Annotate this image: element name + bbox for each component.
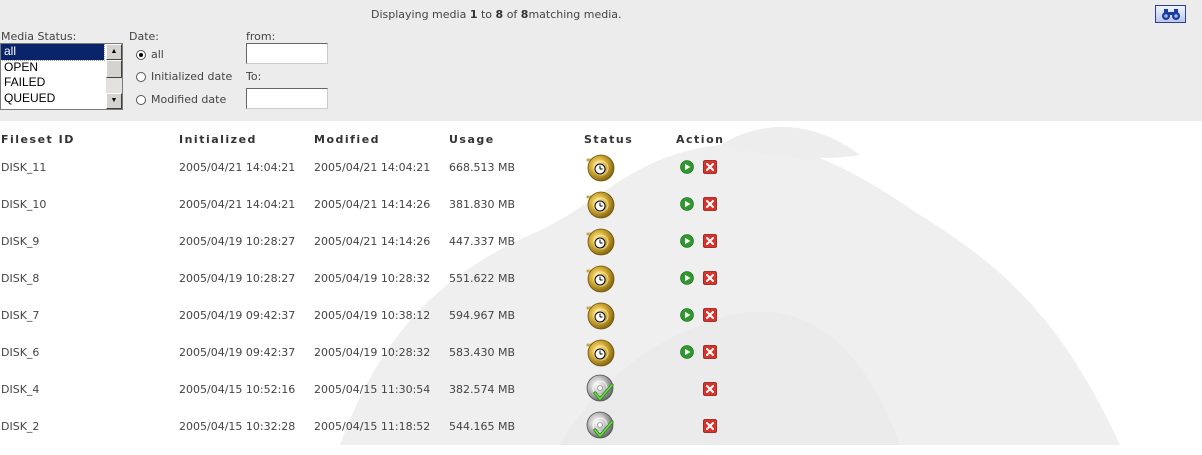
to-label: To: [246, 70, 262, 83]
folder-disc-clock-icon [585, 299, 616, 330]
table-row: DISK_8 2005/04/19 10:28:27 2005/04/19 10… [0, 259, 1202, 296]
initialized-cell: 2005/04/19 10:28:27 [179, 235, 296, 248]
usage-cell: 382.574 MB [449, 383, 516, 396]
play-icon[interactable] [680, 345, 694, 359]
media-status-option-failed[interactable]: FAILED [1, 75, 104, 91]
usage-cell: 668.513 MB [449, 161, 516, 174]
usage-cell: 544.165 MB [449, 420, 516, 433]
disc-checkmark-icon [585, 410, 616, 441]
media-status-option-all[interactable]: all [1, 44, 105, 61]
from-date-input[interactable] [246, 43, 328, 64]
delete-icon[interactable] [703, 197, 717, 211]
column-header-action[interactable]: Action [676, 133, 724, 146]
date-radio-all[interactable]: all [136, 48, 164, 61]
initialized-cell: 2005/04/15 10:52:16 [179, 383, 296, 396]
column-header-status[interactable]: Status [584, 133, 633, 146]
to-date-input[interactable] [246, 88, 328, 109]
fileset-id-cell: DISK_10 [1, 198, 47, 211]
radio-indicator[interactable] [136, 71, 146, 82]
column-header-modified[interactable]: Modified [314, 133, 380, 146]
play-icon[interactable] [680, 234, 694, 248]
delete-icon[interactable] [703, 382, 717, 396]
fileset-id-cell: DISK_9 [1, 235, 40, 248]
modified-cell: 2005/04/19 10:28:32 [314, 272, 431, 285]
usage-cell: 594.967 MB [449, 309, 516, 322]
date-radio-initialized[interactable]: Initialized date [136, 70, 232, 83]
modified-cell: 2005/04/19 10:38:12 [314, 309, 431, 322]
date-radio-modified[interactable]: Modified date [136, 93, 226, 106]
folder-disc-clock-icon [585, 225, 616, 256]
table-row: DISK_4 2005/04/15 10:52:16 2005/04/15 11… [0, 370, 1202, 407]
initialized-cell: 2005/04/19 09:42:37 [179, 309, 296, 322]
initialized-cell: 2005/04/15 10:32:28 [179, 420, 296, 433]
radio-indicator[interactable] [136, 94, 146, 105]
scroll-up-button[interactable]: ▲ [106, 44, 122, 60]
column-header-usage[interactable]: Usage [449, 133, 495, 146]
table-row: DISK_10 2005/04/21 14:04:21 2005/04/21 1… [0, 185, 1202, 222]
modified-cell: 2005/04/15 11:18:52 [314, 420, 431, 433]
initialized-cell: 2005/04/21 14:04:21 [179, 161, 296, 174]
fileset-id-cell: DISK_2 [1, 420, 40, 433]
fileset-id-cell: DISK_4 [1, 383, 40, 396]
results-status: Displaying media 1 to 8 of 8matching med… [371, 8, 622, 21]
fileset-id-cell: DISK_11 [1, 161, 47, 174]
delete-icon[interactable] [703, 345, 717, 359]
modified-cell: 2005/04/21 14:04:21 [314, 161, 431, 174]
column-header-initialized[interactable]: Initialized [179, 133, 257, 146]
scroll-down-button[interactable]: ▼ [106, 93, 122, 109]
table-row: DISK_7 2005/04/19 09:42:37 2005/04/19 10… [0, 296, 1202, 333]
table-row: DISK_2 2005/04/15 10:32:28 2005/04/15 11… [0, 407, 1202, 444]
usage-cell: 381.830 MB [449, 198, 516, 211]
folder-disc-clock-icon [585, 262, 616, 293]
usage-cell: 583.430 MB [449, 346, 516, 359]
table-row: DISK_11 2005/04/21 14:04:21 2005/04/21 1… [0, 148, 1202, 185]
usage-cell: 447.337 MB [449, 235, 516, 248]
usage-cell: 551.622 MB [449, 272, 516, 285]
modified-cell: 2005/04/21 14:14:26 [314, 198, 431, 211]
folder-disc-clock-icon [585, 151, 616, 182]
search-button[interactable] [1155, 5, 1186, 23]
column-header-fileset-id[interactable]: Fileset ID [1, 133, 75, 146]
play-icon[interactable] [680, 160, 694, 174]
delete-icon[interactable] [703, 419, 717, 433]
scroll-thumb[interactable] [106, 60, 122, 78]
table-row: DISK_6 2005/04/19 09:42:37 2005/04/19 10… [0, 333, 1202, 370]
media-status-listbox[interactable]: all OPEN FAILED QUEUED ▲ ▼ [0, 43, 123, 110]
initialized-cell: 2005/04/19 09:42:37 [179, 346, 296, 359]
initialized-cell: 2005/04/19 10:28:27 [179, 272, 296, 285]
date-label: Date: [129, 30, 159, 43]
radio-indicator[interactable] [136, 49, 146, 60]
from-label: from: [246, 30, 276, 43]
media-status-option-open[interactable]: OPEN [1, 60, 104, 76]
fileset-id-cell: DISK_6 [1, 346, 40, 359]
table-row: DISK_9 2005/04/19 10:28:27 2005/04/21 14… [0, 222, 1202, 259]
fileset-id-cell: DISK_7 [1, 309, 40, 322]
filter-panel: Displaying media 1 to 8 of 8matching med… [0, 0, 1202, 121]
delete-icon[interactable] [703, 271, 717, 285]
disc-checkmark-icon [585, 373, 616, 404]
play-icon[interactable] [680, 308, 694, 322]
folder-disc-clock-icon [585, 336, 616, 367]
initialized-cell: 2005/04/21 14:04:21 [179, 198, 296, 211]
binoculars-icon [1161, 9, 1180, 20]
folder-disc-clock-icon [585, 188, 616, 219]
play-icon[interactable] [680, 271, 694, 285]
modified-cell: 2005/04/15 11:30:54 [314, 383, 431, 396]
media-status-option-queued[interactable]: QUEUED [1, 91, 104, 107]
media-status-label: Media Status: [1, 30, 77, 43]
media-status-scrollbar[interactable]: ▲ ▼ [106, 44, 122, 109]
delete-icon[interactable] [703, 308, 717, 322]
play-icon[interactable] [680, 197, 694, 211]
delete-icon[interactable] [703, 160, 717, 174]
delete-icon[interactable] [703, 234, 717, 248]
modified-cell: 2005/04/19 10:28:32 [314, 346, 431, 359]
modified-cell: 2005/04/21 14:14:26 [314, 235, 431, 248]
fileset-id-cell: DISK_8 [1, 272, 40, 285]
